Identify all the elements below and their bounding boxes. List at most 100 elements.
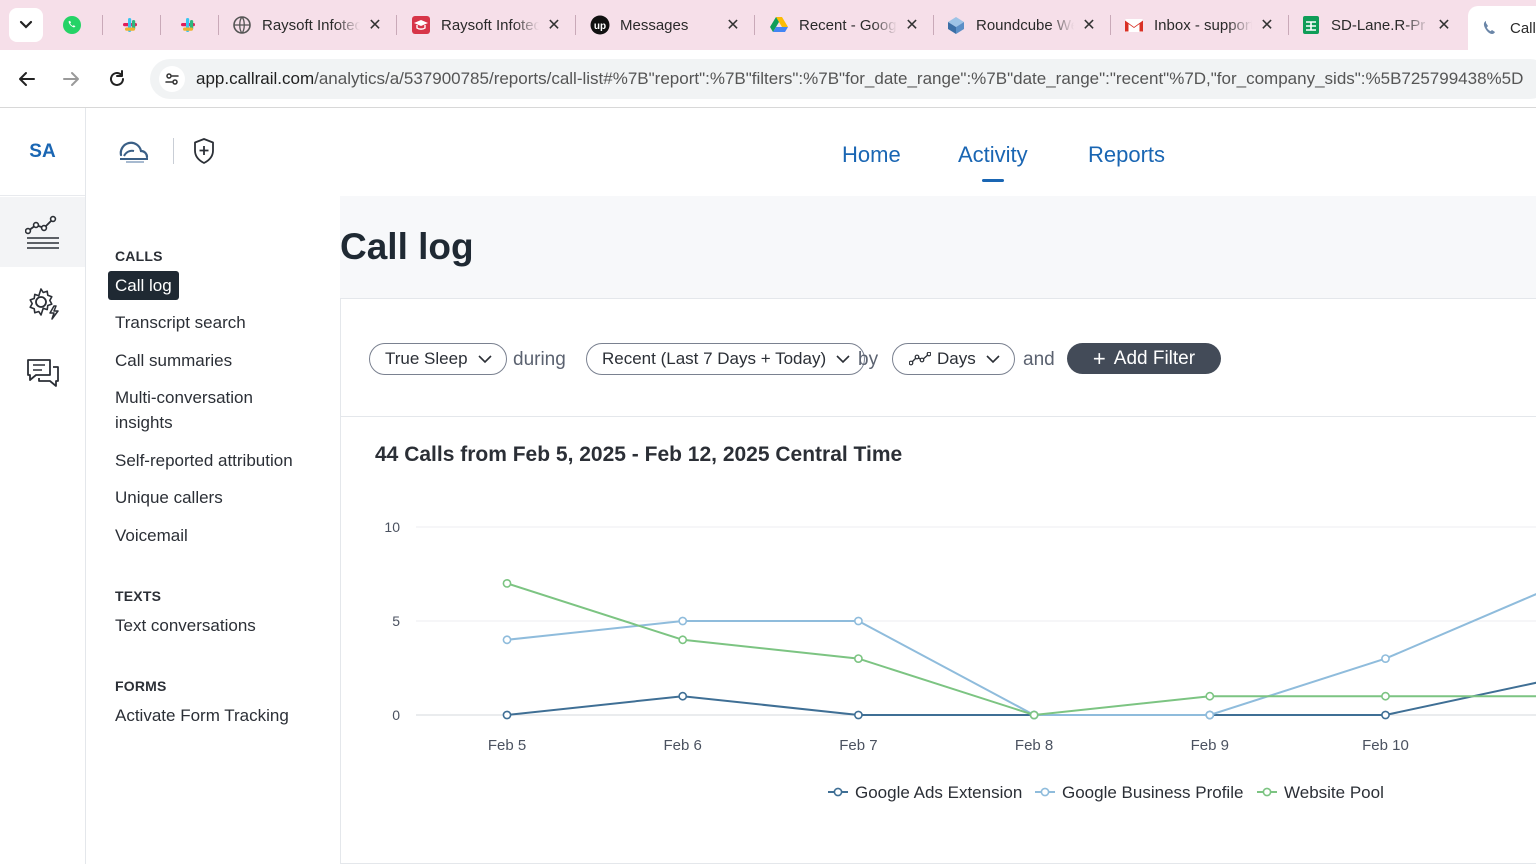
tab-title: Raysoft Infotech [441, 16, 539, 34]
x-tick-label: Feb 7 [839, 737, 877, 754]
rail-analytics[interactable] [0, 197, 85, 267]
forward-button[interactable] [58, 66, 84, 92]
x-tick-label: Feb 10 [1362, 737, 1409, 754]
slack-icon [120, 15, 140, 35]
close-icon[interactable]: ✕ [1080, 15, 1098, 35]
gmail-icon [1124, 15, 1144, 35]
sidebar-item-call-summaries[interactable]: Call summaries [115, 348, 232, 373]
upwork-icon: up [590, 15, 610, 35]
tab-roundcube[interactable]: Roundcube Webmail ✕ [946, 6, 1098, 44]
settings-lightning-icon [28, 288, 59, 320]
avatar[interactable]: SA [0, 108, 85, 196]
slack-icon [178, 15, 198, 35]
callrail-logo[interactable] [116, 136, 152, 166]
tab-title: Raysoft Infotech [262, 16, 360, 34]
section-heading-calls: CALLS [115, 248, 163, 264]
sidebar-item-multi-conversation-insights[interactable]: Multi-conversation insights [115, 385, 275, 435]
x-tick-label: Feb 6 [664, 737, 702, 754]
analytics-icon [24, 215, 59, 249]
tab-raysoft-1[interactable]: Raysoft Infotech ✕ [232, 6, 384, 44]
tab-messages[interactable]: up Messages ✕ [590, 6, 742, 44]
legend-label: Google Ads Extension [855, 783, 1022, 802]
graduation-cap-icon [411, 15, 431, 35]
close-icon[interactable]: ✕ [1258, 15, 1276, 35]
section-heading-texts: TEXTS [115, 588, 162, 604]
tab-google-drive[interactable]: Recent - Google Drive ✕ [769, 6, 921, 44]
rail-conversations[interactable] [0, 338, 85, 408]
y-tick-label: 10 [384, 519, 400, 535]
data-point [502, 578, 512, 588]
x-tick-label: Feb 5 [488, 737, 526, 754]
url-host: app.callrail.com [196, 69, 315, 88]
tab-title: Recent - Google Drive [799, 16, 897, 34]
url-path: /analytics/a/537900785/reports/call-list… [314, 69, 1524, 88]
svg-text:up: up [594, 21, 606, 32]
x-tick-label: Feb 9 [1191, 737, 1229, 754]
reload-icon [110, 70, 124, 86]
callrail-icon [1480, 18, 1500, 38]
browser-toolbar: app.callrail.com/analytics/a/537900785/r… [0, 50, 1536, 108]
sidebar-item-self-reported-attribution[interactable]: Self-reported attribution [115, 448, 293, 473]
tab-title: Messages [620, 16, 689, 34]
site-settings-icon[interactable] [159, 66, 185, 92]
back-button[interactable] [14, 66, 40, 92]
sidebar-item-activate-form-tracking[interactable]: Activate Form Tracking [115, 703, 289, 728]
data-point [678, 691, 688, 701]
sidebar-item-unique-callers[interactable]: Unique callers [115, 485, 223, 510]
page-title: Call log [340, 226, 474, 267]
nav-home[interactable]: Home [842, 142, 901, 168]
tab-slack-1[interactable] [120, 6, 146, 44]
calls-line-chart: 0510Feb 5Feb 6Feb 7Feb 8Feb 9Feb 10Feb 1… [384, 519, 1536, 802]
arrow-left-icon [19, 72, 35, 86]
sidebar-item-text-conversations[interactable]: Text conversations [115, 613, 256, 638]
data-point [678, 635, 688, 645]
whatsapp-icon [62, 15, 82, 35]
close-icon[interactable]: ✕ [724, 15, 742, 35]
close-icon[interactable]: ✕ [366, 15, 384, 35]
data-point [854, 616, 863, 626]
tab-callrail-active[interactable]: Call [1468, 6, 1536, 50]
legend-label: Google Business Profile [1062, 783, 1243, 802]
tab-gmail[interactable]: Inbox - support ✕ [1124, 6, 1276, 44]
legend-marker [1040, 787, 1050, 797]
conversations-icon [26, 359, 59, 387]
data-point [502, 635, 512, 645]
close-icon[interactable]: ✕ [1435, 15, 1453, 35]
url-text[interactable]: app.callrail.com/analytics/a/537900785/r… [196, 69, 1523, 89]
nav-reports[interactable]: Reports [1088, 142, 1165, 168]
app-header: Home Activity Reports [86, 108, 1536, 196]
sidebar-item-voicemail[interactable]: Voicemail [115, 523, 188, 548]
y-tick-label: 5 [392, 613, 400, 629]
rail-settings[interactable] [0, 268, 85, 338]
legend-marker [833, 787, 843, 797]
shield-plus-icon[interactable] [192, 137, 216, 165]
tab-title: Call [1510, 19, 1536, 37]
legend-label: Website Pool [1284, 783, 1384, 802]
data-point [1205, 710, 1215, 720]
tab-whatsapp[interactable] [62, 6, 88, 44]
sidebar-item-transcript-search[interactable]: Transcript search [115, 310, 246, 335]
close-icon[interactable]: ✕ [903, 15, 921, 35]
address-bar[interactable]: app.callrail.com/analytics/a/537900785/r… [150, 59, 1536, 99]
legend-marker [1262, 787, 1272, 797]
google-sheets-icon [1301, 15, 1321, 35]
section-heading-forms: FORMS [115, 678, 167, 694]
reload-button[interactable] [104, 66, 130, 92]
data-point [502, 710, 512, 720]
tab-search-button[interactable] [9, 8, 43, 42]
app-rail: SA [0, 108, 86, 864]
data-point [1029, 710, 1039, 720]
data-point [678, 616, 688, 626]
tab-google-sheets[interactable]: SD-Lane.R-Pr ✕ [1301, 6, 1453, 44]
y-tick-label: 0 [392, 707, 400, 723]
header-divider [173, 138, 174, 164]
tab-raysoft-2[interactable]: Raysoft Infotech ✕ [411, 6, 563, 44]
close-icon[interactable]: ✕ [545, 15, 563, 35]
nav-activity[interactable]: Activity [958, 142, 1028, 182]
globe-icon [232, 15, 252, 35]
sidebar-item-call-log[interactable]: Call log [108, 271, 179, 300]
tab-slack-2[interactable] [178, 6, 204, 44]
arrow-right-icon [63, 72, 79, 86]
tab-title: Inbox - support [1154, 16, 1252, 34]
data-point [1381, 691, 1390, 701]
